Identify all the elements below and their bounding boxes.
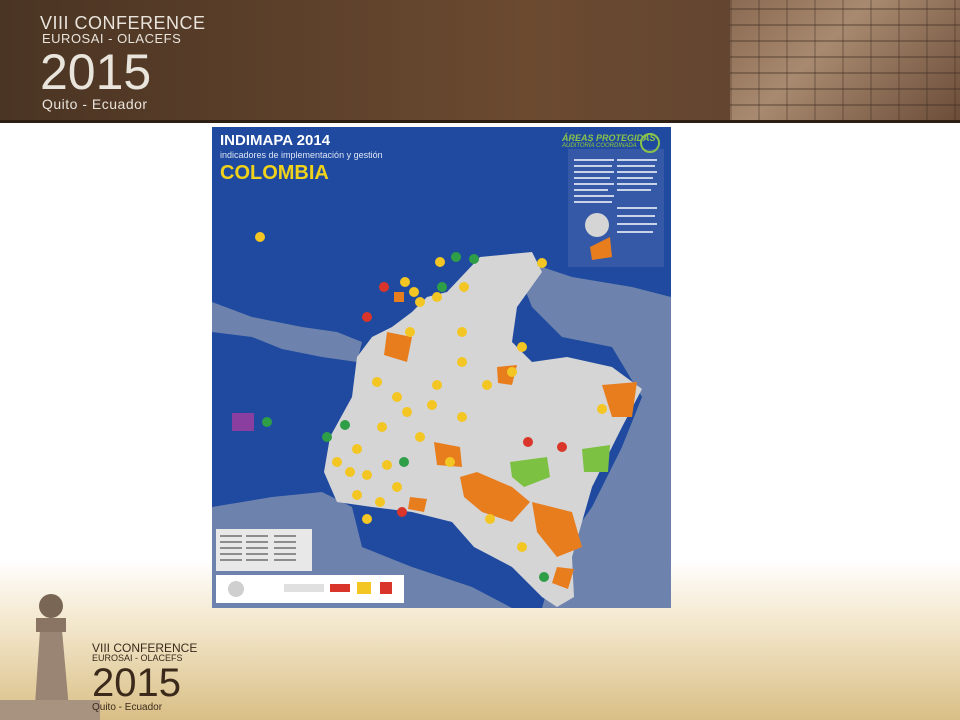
sponsor-colombia-logo	[357, 582, 371, 594]
map-subtitle: indicadores de implementación y gestión	[220, 150, 383, 160]
map-title-block: INDIMAPA 2014 indicadores de implementac…	[220, 132, 383, 185]
green-protected-area	[582, 445, 610, 472]
header-monument-image	[730, 0, 960, 122]
sponsor-red-logo	[380, 582, 392, 594]
giz-logo-block	[330, 584, 350, 592]
footer-conference-logo: VIII CONFERENCE EUROSAI - OLACEFS 2015 Q…	[92, 642, 197, 713]
map-title: INDIMAPA 2014	[220, 132, 331, 149]
logo-line-conference: VIII CONFERENCE	[40, 13, 206, 33]
map-brand-subtitle: AUDITORÍA COORDINADA	[562, 143, 637, 149]
footer-logo-location: Quito - Ecuador	[92, 702, 163, 713]
logo-location: Quito - Ecuador	[42, 96, 148, 112]
monument-icon	[0, 594, 100, 720]
colombia-map	[212, 127, 671, 608]
header-conference-logo: VIII CONFERENCE EUROSAI - OLACEFS 2015 Q…	[40, 14, 206, 111]
header-divider	[0, 120, 960, 123]
map-country: COLOMBIA	[220, 162, 329, 184]
map-brand: ÁREAS PROTEGIDAS AUDITORÍA COORDINADA	[562, 133, 656, 149]
sponsor-logo-block	[284, 584, 324, 592]
sponsor-seal-icon	[228, 581, 244, 597]
footer-logo-year: 2015	[92, 661, 181, 705]
purple-marker-box	[232, 413, 254, 431]
header-banner: VIII CONFERENCE EUROSAI - OLACEFS 2015 Q…	[0, 0, 960, 122]
logo-year: 2015	[40, 44, 152, 100]
map-brand-title: ÁREAS PROTEGIDAS	[562, 133, 656, 143]
indimapa-poster: INDIMAPA 2014 indicadores de implementac…	[212, 127, 671, 608]
orange-marker-box	[394, 292, 404, 302]
legend-globe-icon	[585, 213, 609, 237]
